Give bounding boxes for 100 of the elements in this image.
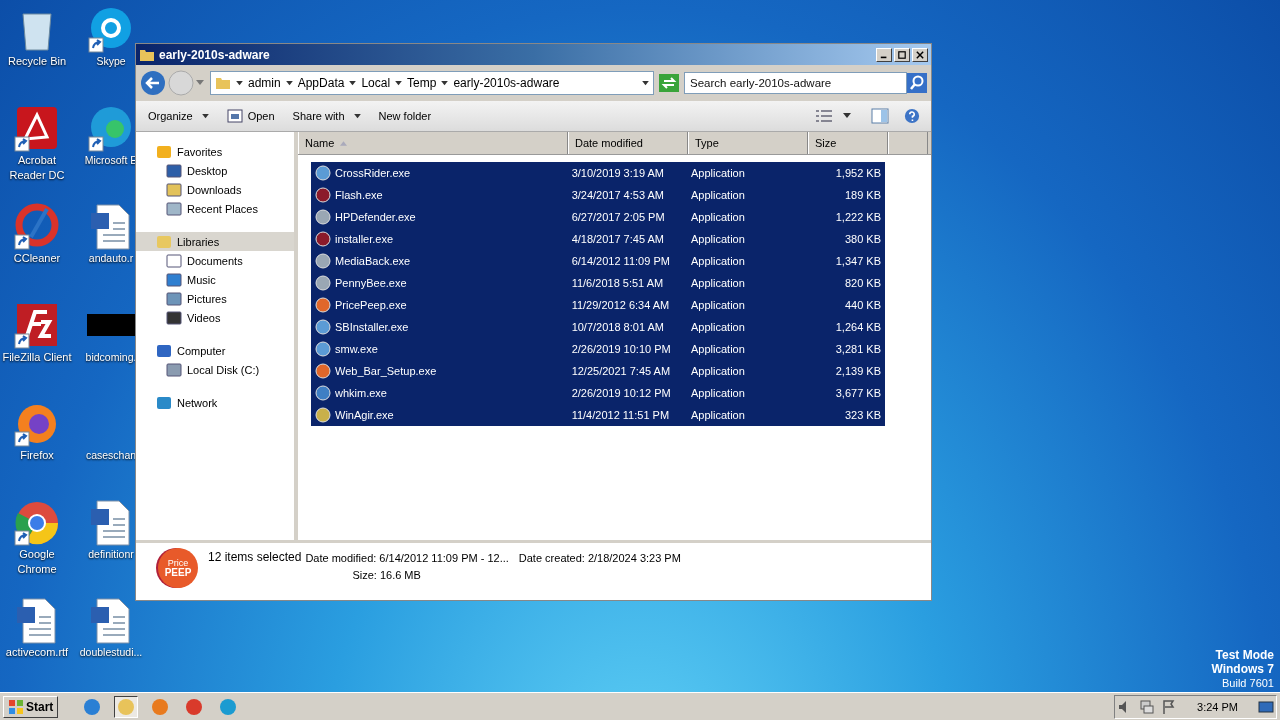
toolbar-button[interactable]: Share with xyxy=(286,106,367,126)
desktop-icon-label[interactable]: Skype xyxy=(96,54,126,69)
file-name: SBInstaller.exe xyxy=(335,321,409,333)
toolbar-button[interactable]: Organize xyxy=(142,106,215,126)
desktop-icon-label[interactable]: FileZilla Client xyxy=(2,349,72,365)
type-cell-text: Application xyxy=(690,320,746,335)
clock[interactable]: 3:24 PM xyxy=(1197,700,1238,713)
nav-item[interactable]: Pictures xyxy=(136,289,294,308)
breadcrumb-item[interactable]: early-2010s-adware xyxy=(453,76,560,90)
date-cell-text: 3/10/2019 3:19 AM xyxy=(570,166,665,181)
dropdown-arrow-icon[interactable] xyxy=(642,80,649,86)
breadcrumb-item[interactable]: admin xyxy=(248,76,281,90)
file-row[interactable]: whkim.exe 2/26/2019 10:12 PM Application 3,677 KB xyxy=(311,382,885,404)
caret-icon[interactable] xyxy=(285,80,293,86)
nav-item[interactable]: Libraries xyxy=(136,232,294,251)
column-header[interactable]: Size xyxy=(808,132,888,154)
file-row[interactable]: SBInstaller.exe 10/7/2018 8:01 AM Application 1,264 KB xyxy=(311,316,885,338)
breadcrumb-item[interactable]: AppData xyxy=(297,76,345,90)
nav-item[interactable]: Documents xyxy=(136,251,294,270)
help-icon[interactable] xyxy=(903,108,921,124)
toolbar-button[interactable]: Open xyxy=(220,104,281,128)
back-button[interactable] xyxy=(140,70,166,96)
nav-item[interactable]: Recent Places xyxy=(136,199,294,218)
caret-icon[interactable] xyxy=(441,80,449,86)
address-bar[interactable]: admin AppData Local Temp early-2010s-adware xyxy=(210,71,654,95)
file-name: MediaBack.exe xyxy=(335,255,411,267)
nav-item[interactable]: Computer xyxy=(136,341,294,360)
date-cell-text: 4/18/2017 7:45 AM xyxy=(570,232,665,247)
column-header[interactable]: Date modified xyxy=(568,132,688,154)
size-cell-text: 189 KB xyxy=(843,188,882,203)
refresh-icon[interactable] xyxy=(659,74,679,92)
minimize-button[interactable] xyxy=(876,47,892,62)
start-button[interactable]: Start xyxy=(3,695,59,718)
date-cell-text: 11/6/2018 5:51 AM xyxy=(570,276,665,291)
maximize-button[interactable] xyxy=(894,47,910,62)
size-cell-text: 1,952 KB xyxy=(834,166,882,181)
nav-item[interactable]: Local Disk (C:) xyxy=(136,360,294,379)
desktop-icon-label[interactable]: bidcoming. xyxy=(85,349,137,365)
nav-item[interactable]: Downloads xyxy=(136,180,294,199)
column-header[interactable] xyxy=(888,132,928,154)
caret-icon[interactable] xyxy=(201,113,209,119)
file-name: WinAgir.exe xyxy=(335,409,394,421)
file-row[interactable]: Web_Bar_Setup.exe 12/25/2021 7:45 AM Application 2,139 KB xyxy=(311,360,885,382)
show-desktop-icon[interactable] xyxy=(1258,698,1274,715)
file-row[interactable]: Flash.exe 3/24/2017 4:53 AM Application 189 KB xyxy=(311,184,885,206)
window-icon[interactable] xyxy=(226,108,243,124)
caret-icon[interactable] xyxy=(843,113,851,119)
maximize-icon[interactable] xyxy=(898,50,906,59)
desktop-icon-label[interactable]: Firefox xyxy=(20,448,54,463)
caret-icon[interactable] xyxy=(236,80,243,86)
size-cell-text: 3,281 KB xyxy=(834,342,882,357)
file-row[interactable]: MediaBack.exe 6/14/2012 11:09 PM Application 1,347 KB xyxy=(311,250,885,272)
date-cell-text: 10/7/2018 8:01 AM xyxy=(570,320,665,335)
file-row[interactable]: WinAgir.exe 11/4/2012 11:51 PM Application 323 KB xyxy=(311,404,885,426)
desktop-icon-label[interactable]: Recycle Bin xyxy=(7,54,67,69)
application-icon xyxy=(315,341,331,357)
application-icon xyxy=(315,363,331,379)
desktop-icon-label[interactable]: Acrobat Reader DC xyxy=(0,152,74,183)
column-header[interactable]: Type xyxy=(688,132,808,154)
caret-icon[interactable] xyxy=(353,113,361,119)
desktop-icon-label[interactable]: activecom.rtf xyxy=(5,645,69,660)
nav-item[interactable]: Videos xyxy=(136,308,294,327)
search-icon[interactable] xyxy=(907,73,927,93)
view-options-icon[interactable] xyxy=(815,108,833,124)
size-cell-text: 2,139 KB xyxy=(834,364,882,379)
caret-icon[interactable] xyxy=(349,80,357,86)
file-row[interactable]: installer.exe 4/18/2017 7:45 AM Application 380 KB xyxy=(311,228,885,250)
search-field[interactable]: Search early-2010s-adware xyxy=(684,72,907,94)
desktop-icon-label[interactable]: andauto.r xyxy=(88,251,134,266)
file-row[interactable]: PricePeep.exe 11/29/2012 6:34 AM Application 440 KB xyxy=(311,294,885,316)
file-row[interactable]: PennyBee.exe 11/6/2018 5:51 AM Application 820 KB xyxy=(311,272,885,294)
breadcrumb-item[interactable]: Local xyxy=(361,76,391,90)
nav-item[interactable]: Music xyxy=(136,270,294,289)
file-row[interactable]: HPDefender.exe 6/27/2017 2:05 PM Application 1,222 KB xyxy=(311,206,885,228)
toolbar-button[interactable]: New folder xyxy=(372,106,438,126)
date-cell-text: 11/29/2012 6:34 AM xyxy=(570,298,671,313)
date-cell-text: 2/26/2019 10:10 PM xyxy=(570,342,672,357)
windows-logo-icon[interactable] xyxy=(8,698,24,715)
close-icon[interactable] xyxy=(916,50,924,59)
application-icon xyxy=(315,231,331,247)
close-button[interactable] xyxy=(912,47,928,62)
type-cell-text: Application xyxy=(690,166,746,181)
file-name: PricePeep.exe xyxy=(335,299,407,311)
desktop-icon-label[interactable]: CCleaner xyxy=(13,251,61,266)
column-header[interactable]: Name xyxy=(298,132,568,154)
breadcrumb-item[interactable]: Temp xyxy=(407,76,437,90)
caret-icon[interactable] xyxy=(395,80,403,86)
file-row[interactable]: CrossRider.exe 3/10/2019 3:19 AM Application 1,952 KB xyxy=(311,162,885,184)
nav-item[interactable]: Favorites xyxy=(136,142,294,161)
file-row[interactable]: smw.exe 2/26/2019 10:10 PM Application 3,281 KB xyxy=(311,338,885,360)
type-cell-text: Application xyxy=(690,254,746,269)
desktop-icon-label[interactable]: doublestudi... xyxy=(79,645,143,660)
desktop-icon-label[interactable]: Google Chrome xyxy=(0,546,74,577)
nav-item[interactable]: Network xyxy=(136,393,294,412)
desktop-icon-label[interactable]: caseschan xyxy=(85,448,137,463)
date-modified-text: Date modified: 6/14/2012 11:09 PM - 12... xyxy=(305,552,509,564)
nav-item[interactable]: Desktop xyxy=(136,161,294,180)
desktop-icon-label[interactable]: definitionr xyxy=(88,546,134,562)
date-cell-text: 12/25/2021 7:45 AM xyxy=(570,364,672,379)
type-cell-text: Application xyxy=(690,364,746,379)
